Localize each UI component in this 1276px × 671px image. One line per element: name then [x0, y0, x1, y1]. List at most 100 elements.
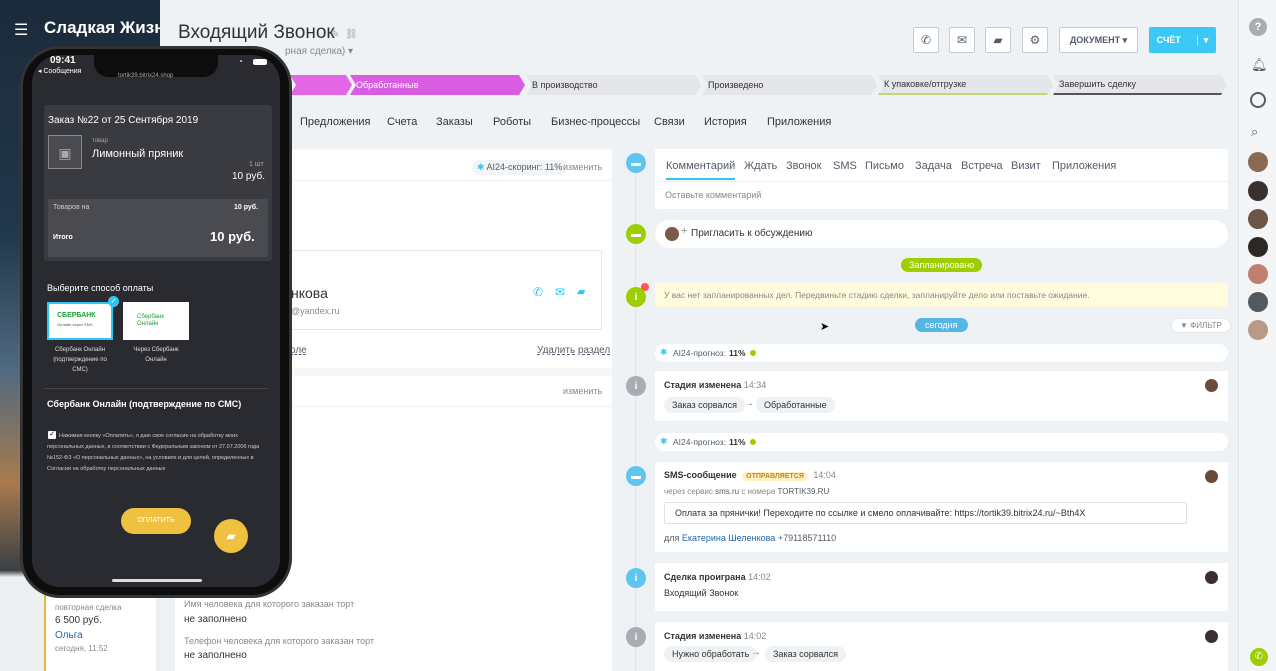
- filter-icon: ▼: [1180, 321, 1191, 330]
- avatar[interactable]: [1205, 470, 1218, 483]
- sber-logo-subtext: Онлайн через SMS: [57, 322, 93, 327]
- stage-item[interactable]: Произведено: [702, 75, 877, 95]
- stage-item[interactable]: Завершить сделку: [1053, 75, 1227, 95]
- comment-dot-icon: ▬: [626, 153, 646, 173]
- total-value: 10 руб.: [210, 229, 255, 244]
- tab-invoices[interactable]: Счета: [387, 116, 417, 128]
- link-icon[interactable]: ⛓: [345, 29, 358, 40]
- select-field-link[interactable]: оле: [290, 345, 307, 356]
- tab-robots[interactable]: Роботы: [493, 116, 531, 128]
- filter-button[interactable]: ▼ ФИЛЬТР: [1171, 318, 1231, 333]
- avatar[interactable]: [1205, 379, 1218, 392]
- help-icon[interactable]: ?: [1249, 18, 1267, 36]
- phone-icon[interactable]: ✆: [533, 285, 543, 299]
- arrow-icon: →: [751, 647, 761, 658]
- stage-item[interactable]: Обработанные: [350, 75, 525, 95]
- bell-icon[interactable]: 🔔︎: [1251, 57, 1268, 73]
- avatar[interactable]: [1248, 264, 1268, 284]
- menu-icon[interactable]: ☰: [14, 20, 28, 40]
- chat-button[interactable]: ▰: [985, 27, 1011, 53]
- sms-item: SMS-сообщение ОТПРАВЛЯЕТСЯ 14:04 через с…: [655, 462, 1228, 552]
- stage-item[interactable]: К упаковке/отгрузке: [878, 75, 1053, 95]
- field-value[interactable]: не заполнено: [184, 614, 247, 625]
- contact-name[interactable]: нкова: [291, 285, 328, 301]
- composer-tab-meeting[interactable]: Встреча: [961, 160, 1003, 172]
- avatar[interactable]: [1248, 209, 1268, 229]
- home-indicator: [112, 579, 202, 582]
- change-link[interactable]: изменить: [563, 162, 602, 172]
- scoring-badge[interactable]: ✱ AI24-скоринг: 11%: [472, 160, 568, 175]
- invite-icon: [665, 227, 679, 241]
- composer-tab-wait[interactable]: Ждать: [744, 160, 777, 172]
- info-dot-icon: i: [626, 568, 646, 588]
- check-icon: ✓: [108, 296, 119, 307]
- avatar[interactable]: [1248, 181, 1268, 201]
- composer-tab-visit[interactable]: Визит: [1011, 160, 1041, 172]
- invoice-button[interactable]: СЧЁТ ▾: [1149, 27, 1216, 53]
- deal-time: сегодня, 11:52: [55, 644, 108, 653]
- delete-section-link[interactable]: Удалить раздел: [537, 345, 610, 356]
- recipient-link[interactable]: Екатерина Шеленкова: [682, 533, 775, 543]
- forecast-label: AI24-прогноз:: [673, 348, 727, 358]
- tab-offers[interactable]: Предложения: [300, 116, 371, 128]
- invite-label: Пригласить к обсуждению: [691, 228, 813, 239]
- field-value[interactable]: не заполнено: [184, 650, 247, 661]
- composer-tab-comment[interactable]: Комментарий: [666, 160, 736, 180]
- phone-back[interactable]: ◂ Сообщения: [38, 67, 81, 75]
- composer-tab-sms[interactable]: SMS: [833, 160, 857, 172]
- stage-to: Заказ сорвался: [765, 646, 847, 662]
- item-qty: 1 шт: [249, 161, 264, 168]
- composer-tab-task[interactable]: Задача: [915, 160, 952, 172]
- deal-person[interactable]: Ольга: [55, 630, 83, 641]
- deal-category[interactable]: рная сделка) ▾: [285, 46, 353, 57]
- pay-button[interactable]: ОПЛАТИТЬ: [121, 508, 191, 534]
- contact-email[interactable]: @yandex.ru: [291, 306, 340, 316]
- composer-tab-email[interactable]: Письмо: [865, 160, 904, 172]
- chat-icon[interactable]: [1250, 92, 1266, 108]
- search-icon[interactable]: ⌕: [1251, 124, 1258, 140]
- chat-icon[interactable]: ▰: [577, 285, 585, 298]
- avatar[interactable]: [1205, 571, 1218, 584]
- sms-via: через сервис sms.ru с номера TORTIK39.RU: [664, 487, 830, 496]
- tab-history[interactable]: История: [704, 116, 747, 128]
- battery-icon: [253, 59, 267, 65]
- email-button[interactable]: ✉: [949, 27, 975, 53]
- avatar[interactable]: [1248, 237, 1268, 257]
- phone-call-icon[interactable]: ✆: [1250, 648, 1268, 666]
- avatar[interactable]: [1248, 320, 1268, 340]
- settings-button[interactable]: ⚙: [1022, 27, 1048, 53]
- change-link[interactable]: изменить: [563, 386, 602, 396]
- forecast-value: 11%: [729, 437, 746, 447]
- edit-icon[interactable]: ✎: [331, 29, 339, 40]
- pay-method-title: Выберите способ оплаты: [47, 283, 154, 293]
- item-type: товар: [92, 138, 108, 144]
- forecast-row: ✱ AI24-прогноз: 11%: [655, 344, 1228, 362]
- invite-card[interactable]: + Пригласить к обсуждению: [655, 220, 1228, 248]
- composer-tab-call[interactable]: Звонок: [786, 160, 822, 172]
- chat-widget-icon[interactable]: ▰: [214, 519, 248, 553]
- composer-tab-apps[interactable]: Приложения: [1052, 160, 1116, 172]
- payment-option-sber-sms[interactable]: СБЕРБАНК Онлайн через SMS: [47, 302, 113, 340]
- avatar[interactable]: [1248, 152, 1268, 172]
- stage-item[interactable]: В производство: [526, 75, 701, 95]
- tab-apps[interactable]: Приложения: [767, 116, 831, 128]
- brand-title: Сладкая Жизн: [44, 18, 160, 37]
- planned-badge: Запланировано: [901, 258, 983, 272]
- email-icon[interactable]: ✉: [555, 285, 565, 299]
- tab-links[interactable]: Связи: [654, 116, 685, 128]
- total-label: Итого: [53, 234, 73, 241]
- tab-orders[interactable]: Заказы: [436, 116, 473, 128]
- payment-option-sber-online[interactable]: Сбербанк Онлайн: [123, 302, 189, 340]
- divider: [44, 388, 268, 389]
- tab-business-processes[interactable]: Бизнес-процессы: [551, 116, 640, 128]
- comment-input[interactable]: Оставьте комментарий: [665, 190, 761, 200]
- document-button[interactable]: ДОКУМЕНТ ▾: [1059, 27, 1138, 53]
- stage-item[interactable]: [290, 75, 352, 95]
- composer: Комментарий Ждать Звонок SMS Письмо Зада…: [655, 149, 1228, 209]
- avatar[interactable]: [1205, 630, 1218, 643]
- call-button[interactable]: ✆: [913, 27, 939, 53]
- consent-text: Нажимая кнопку «Оплатить», я даю свое со…: [47, 433, 260, 472]
- avatar[interactable]: [1248, 292, 1268, 312]
- recent-deal-card[interactable]: повторная сделка 6 500 руб. Ольга сегодн…: [44, 595, 156, 671]
- goods-value: 10 руб.: [234, 204, 259, 211]
